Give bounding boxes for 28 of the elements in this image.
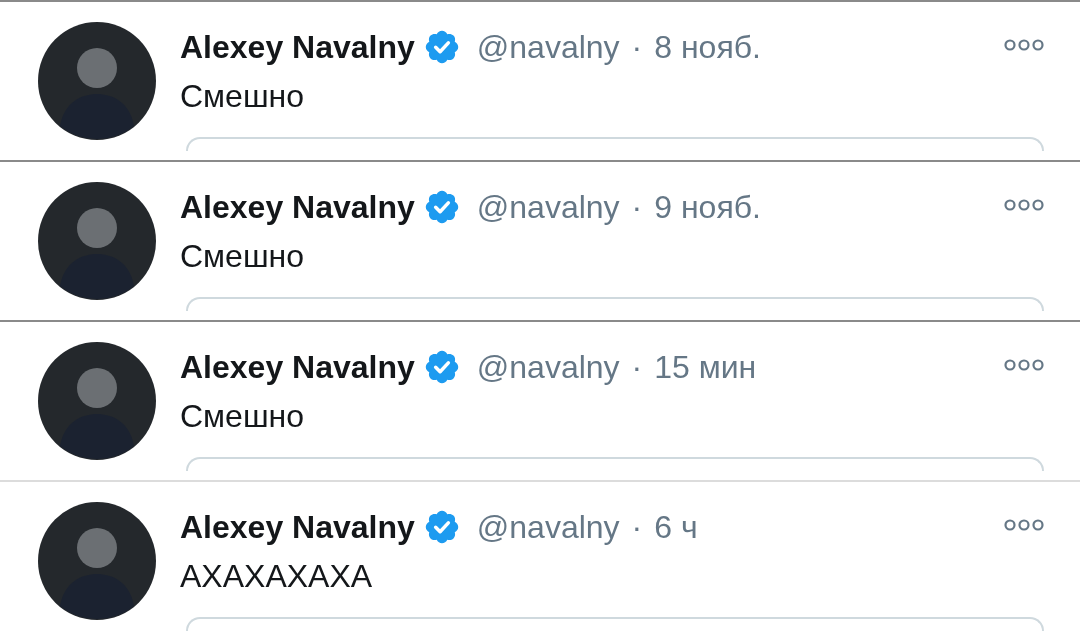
more-options-icon[interactable] bbox=[1004, 518, 1044, 532]
separator-dot: · bbox=[631, 28, 643, 66]
author-handle: @navalny bbox=[476, 188, 620, 226]
author-name[interactable]: Alexey Navalny bbox=[180, 508, 415, 546]
more-options-icon[interactable] bbox=[1004, 38, 1044, 52]
more-options-icon[interactable] bbox=[1004, 358, 1044, 372]
avatar[interactable] bbox=[38, 22, 156, 140]
tweet-time: 15 мин bbox=[654, 348, 757, 386]
tweet-text: АХАХАХАХА bbox=[180, 558, 374, 595]
avatar[interactable] bbox=[38, 502, 156, 620]
author-name[interactable]: Alexey Navalny bbox=[180, 348, 415, 386]
author-handle: @navalny bbox=[476, 28, 620, 66]
avatar[interactable] bbox=[38, 182, 156, 300]
separator-dot: · bbox=[631, 508, 643, 546]
author-name[interactable]: Alexey Navalny bbox=[180, 188, 415, 226]
avatar[interactable] bbox=[38, 342, 156, 460]
author-name[interactable]: Alexey Navalny bbox=[180, 28, 415, 66]
tweet-text: Смешно bbox=[180, 78, 306, 115]
tweet-time: 6 ч bbox=[654, 508, 698, 546]
author-handle: @navalny bbox=[476, 348, 620, 386]
tweet-time: 9 нояб. bbox=[654, 188, 761, 226]
author-handle: @navalny bbox=[476, 508, 620, 546]
tweet-text: Смешно bbox=[180, 238, 306, 275]
more-options-icon[interactable] bbox=[1004, 198, 1044, 212]
separator-dot: · bbox=[631, 188, 643, 226]
tweet-time: 8 нояб. bbox=[654, 28, 761, 66]
tweet-text: Смешно bbox=[180, 398, 306, 435]
separator-dot: · bbox=[631, 348, 643, 386]
